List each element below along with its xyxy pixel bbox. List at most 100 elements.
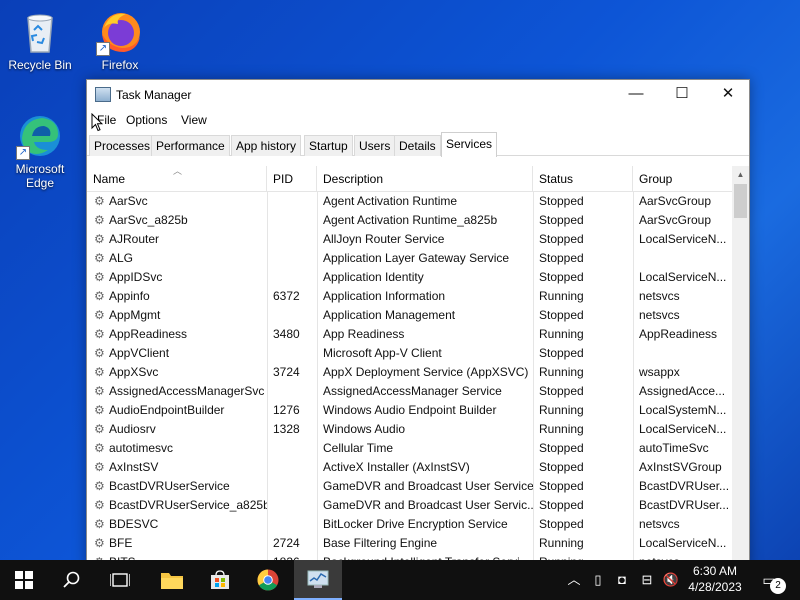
network-icon[interactable]: ⊟ xyxy=(636,560,658,600)
service-group: AssignedAcce... xyxy=(639,384,726,398)
show-hidden-icons-icon[interactable]: ︿ xyxy=(564,560,584,600)
service-name: BDESVC xyxy=(109,517,159,531)
service-pid: 3724 xyxy=(273,365,300,379)
service-gear-icon: ⚙ xyxy=(94,441,105,455)
minimize-button[interactable]: — xyxy=(613,80,659,110)
menu-view[interactable]: View xyxy=(181,113,207,127)
shortcut-arrow-icon: ↗ xyxy=(96,42,110,56)
menu-options[interactable]: Options xyxy=(126,113,167,127)
service-status: Running xyxy=(539,327,584,341)
recycle-bin-icon xyxy=(16,8,64,56)
table-row[interactable]: ⚙ AxInstSV ActiveX Installer (AxInstSV) Sto… xyxy=(87,458,733,477)
service-pid: 1328 xyxy=(273,422,300,436)
tablet-icon[interactable]: ▯ xyxy=(588,560,608,600)
service-gear-icon: ⚙ xyxy=(94,517,105,531)
tab-startup[interactable]: Startup xyxy=(304,135,353,156)
table-row[interactable]: ⚙ AudioEndpointBuilder 1276 Windows Audio E… xyxy=(87,401,733,420)
table-row[interactable]: ⚙ BcastDVRUserService GameDVR and Broadcas… xyxy=(87,477,733,496)
service-group: LocalServiceN... xyxy=(639,422,727,436)
service-description: Application Identity xyxy=(323,270,424,284)
desktop-icon-firefox[interactable]: ↗ Firefox xyxy=(82,8,158,72)
desktop-icon-edge[interactable]: ↗ Microsoft Edge xyxy=(2,112,78,190)
close-button[interactable]: ✕ xyxy=(705,80,749,110)
camera-icon[interactable]: ◘ xyxy=(612,560,632,600)
service-group: autoTimeSvc xyxy=(639,441,709,455)
service-status: Stopped xyxy=(539,517,584,531)
start-button[interactable] xyxy=(0,560,48,600)
task-manager-taskbar-button[interactable] xyxy=(294,560,342,600)
table-row[interactable]: ⚙ AppVClient Microsoft App-V Client Stopped xyxy=(87,344,733,363)
table-row[interactable]: ⚙ AppMgmt Application Management Stopped net… xyxy=(87,306,733,325)
service-name: ALG xyxy=(109,251,134,265)
tab-processes[interactable]: Processes xyxy=(89,135,156,156)
column-header-pid[interactable]: PID xyxy=(267,166,317,192)
service-status: Stopped xyxy=(539,232,584,246)
service-gear-icon: ⚙ xyxy=(94,232,105,246)
service-group: AarSvcGroup xyxy=(639,194,712,208)
service-group: LocalServiceN... xyxy=(639,232,727,246)
column-header-group[interactable]: Group xyxy=(633,166,733,192)
column-header-status[interactable]: Status xyxy=(533,166,633,192)
table-row[interactable]: ⚙ AppIDSvc Application Identity Stopped Loca… xyxy=(87,268,733,287)
service-gear-icon: ⚙ xyxy=(94,308,105,322)
column-header-description[interactable]: Description xyxy=(317,166,533,192)
service-status: Stopped xyxy=(539,498,584,512)
service-status: Stopped xyxy=(539,251,584,265)
table-row[interactable]: ⚙ AssignedAccessManagerSvc AssignedAccessM… xyxy=(87,382,733,401)
task-view-button[interactable] xyxy=(96,560,144,600)
table-row[interactable]: ⚙ AppXSvc 3724 AppX Deployment Service (App… xyxy=(87,363,733,382)
tab-app-history[interactable]: App history xyxy=(231,135,302,156)
chrome-button[interactable] xyxy=(244,560,292,600)
table-row[interactable]: ⚙ AarSvc Agent Activation Runtime Stopped Aa… xyxy=(87,192,733,211)
table-row[interactable]: ⚙ Appinfo 6372 Application Information Runni… xyxy=(87,287,733,306)
service-group: netsvcs xyxy=(639,289,680,303)
service-pid xyxy=(273,344,317,363)
title-bar[interactable]: Task Manager — ☐ ✕ xyxy=(87,80,749,110)
table-row[interactable]: ⚙ BFE 2724 Base Filtering Engine Running Loca… xyxy=(87,534,733,553)
service-status: Running xyxy=(539,403,584,417)
scroll-up-icon[interactable]: ▲ xyxy=(732,166,749,183)
tab-performance[interactable]: Performance xyxy=(151,135,230,156)
service-pid: 1276 xyxy=(273,403,300,417)
service-status: Running xyxy=(539,365,584,379)
service-group: netsvcs xyxy=(639,308,680,322)
table-row[interactable]: ⚙ AppReadiness 3480 App Readiness Running App… xyxy=(87,325,733,344)
tab-users[interactable]: Users xyxy=(354,135,396,156)
service-group: LocalSystemN... xyxy=(639,403,727,417)
service-gear-icon: ⚙ xyxy=(94,403,105,417)
service-status: Running xyxy=(539,422,584,436)
store-button[interactable] xyxy=(196,560,244,600)
volume-muted-icon[interactable]: 🔇 xyxy=(660,560,682,600)
system-clock[interactable]: 6:30 AM 4/28/2023 xyxy=(688,563,742,595)
task-view-icon xyxy=(109,573,131,587)
service-group xyxy=(639,344,729,363)
desktop-icon-recycle-bin[interactable]: Recycle Bin xyxy=(2,8,78,72)
service-description: Cellular Time xyxy=(323,441,394,455)
task-manager-icon xyxy=(307,570,329,588)
firefox-icon: ↗ xyxy=(96,8,144,56)
table-row[interactable]: ⚙ ALG Application Layer Gateway Service Sto… xyxy=(87,249,733,268)
search-button[interactable] xyxy=(48,560,96,600)
table-row[interactable]: ⚙ AarSvc_a825b Agent Activation Runtime_a8… xyxy=(87,211,733,230)
table-row[interactable]: ⚙ autotimesvc Cellular Time Stopped autoTime… xyxy=(87,439,733,458)
service-status: Stopped xyxy=(539,384,584,398)
scrollbar-thumb[interactable] xyxy=(734,184,747,218)
table-row[interactable]: ⚙ AJRouter AllJoyn Router Service Stopped Lo… xyxy=(87,230,733,249)
service-description: Agent Activation Runtime xyxy=(323,194,458,208)
action-center-button[interactable]: ▭ 2 xyxy=(754,566,786,594)
tab-details[interactable]: Details xyxy=(394,135,441,156)
tab-services[interactable]: Services xyxy=(441,132,498,157)
table-row[interactable]: ⚙ Audiosrv 1328 Windows Audio Running LocalSe… xyxy=(87,420,733,439)
vertical-scrollbar[interactable]: ▲ xyxy=(732,166,749,568)
table-row[interactable]: ⚙ BcastDVRUserService_a825b GameDVR and Br… xyxy=(87,496,733,515)
maximize-button[interactable]: ☐ xyxy=(659,80,705,110)
table-row[interactable]: ⚙ BDESVC BitLocker Drive Encryption Servic… xyxy=(87,515,733,534)
file-explorer-button[interactable] xyxy=(148,560,196,600)
notification-badge: 2 xyxy=(770,578,786,594)
search-icon xyxy=(63,571,80,588)
service-description: Windows Audio Endpoint Builder xyxy=(323,403,497,417)
service-pid: 3480 xyxy=(273,327,300,341)
service-gear-icon: ⚙ xyxy=(94,498,105,512)
column-header-name[interactable]: Name xyxy=(87,166,267,192)
desktop-icon-label: Microsoft Edge xyxy=(15,162,65,190)
